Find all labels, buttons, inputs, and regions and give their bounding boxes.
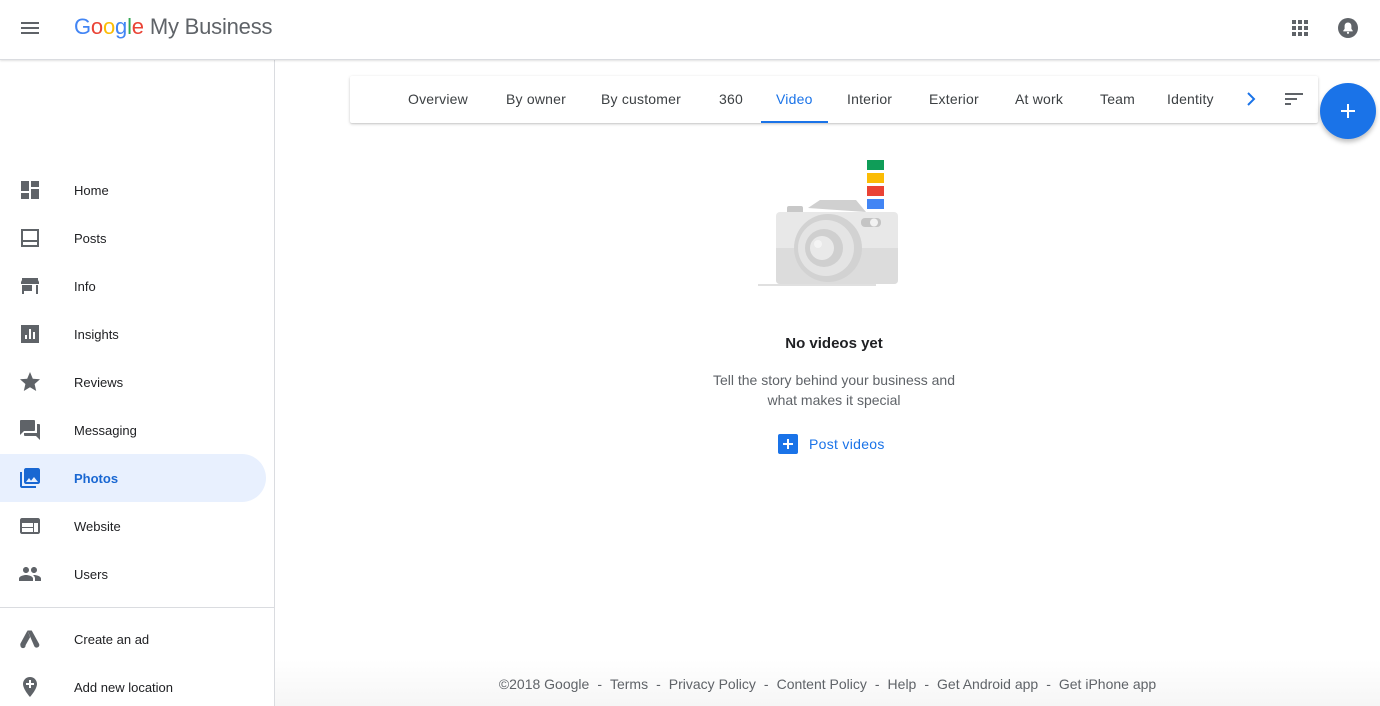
tab-interior[interactable]: Interior xyxy=(832,76,907,123)
sort-icon[interactable] xyxy=(1282,87,1306,111)
footer-link-privacy-policy[interactable]: Privacy Policy xyxy=(669,676,756,692)
menu-icon[interactable] xyxy=(18,16,42,40)
sidebar-item-label: Info xyxy=(74,278,96,294)
footer-link-help[interactable]: Help xyxy=(888,676,917,692)
tab-at-work[interactable]: At work xyxy=(1000,76,1078,123)
add-fab-button[interactable] xyxy=(1320,83,1376,139)
account-icon[interactable] xyxy=(1336,16,1360,40)
dashboard-icon xyxy=(21,181,39,199)
tab-team[interactable]: Team xyxy=(1085,76,1150,123)
product-name: My Business xyxy=(149,14,273,39)
footer-copyright: ©2018 Google xyxy=(498,676,590,692)
sidebar: Home Posts Info Insights Reviews Messagi… xyxy=(0,60,275,706)
users-icon xyxy=(19,567,41,581)
sidebar-item-label: Home xyxy=(74,182,109,198)
insights-icon xyxy=(21,325,39,343)
tab-video[interactable]: Video xyxy=(761,76,828,123)
post-videos-button[interactable]: Post videos xyxy=(778,432,885,456)
sidebar-item-label: Posts xyxy=(74,230,107,246)
photos-icon xyxy=(20,468,40,488)
tab-overview[interactable]: Overview xyxy=(393,76,483,123)
sidebar-item-add-location[interactable]: Add new location xyxy=(0,663,266,706)
sidebar-item-label: Create an ad xyxy=(74,631,150,647)
store-icon xyxy=(21,278,39,294)
sidebar-item-messaging[interactable]: Messaging xyxy=(0,406,266,454)
sidebar-item-create-ad[interactable]: Create an ad xyxy=(0,615,266,663)
footer-links: ©2018 Google - Terms - Privacy Policy - Conten… xyxy=(498,676,1157,692)
camera-illustration-icon xyxy=(758,160,898,286)
sidebar-item-website[interactable]: Website xyxy=(0,502,266,550)
footer-link-content-policy[interactable]: Content Policy xyxy=(777,676,867,692)
sidebar-item-photos[interactable]: Photos xyxy=(0,454,266,502)
star-icon xyxy=(20,372,40,391)
sidebar-item-label: Users xyxy=(74,566,108,582)
sidebar-item-posts[interactable]: Posts xyxy=(0,214,266,262)
sidebar-item-users[interactable]: Users xyxy=(0,550,266,598)
tab-360[interactable]: 360 xyxy=(704,76,758,123)
tab-exterior[interactable]: Exterior xyxy=(914,76,994,123)
sidebar-item-label: Website xyxy=(74,518,121,534)
footer: ©2018 Google - Terms - Privacy Policy - Conten… xyxy=(275,660,1380,706)
empty-state-title: No videos yet xyxy=(785,335,883,352)
empty-state-description: Tell the story behind your business and … xyxy=(712,372,956,408)
footer-link-android-app[interactable]: Get Android app xyxy=(937,676,1038,692)
sidebar-item-info[interactable]: Info xyxy=(0,262,266,310)
sidebar-item-label: Messaging xyxy=(74,422,137,438)
google-my-business-logo[interactable]: Google My Business xyxy=(74,14,273,40)
sidebar-item-insights[interactable]: Insights xyxy=(0,310,266,358)
apps-grid-icon[interactable] xyxy=(1288,16,1312,40)
add-box-icon xyxy=(778,434,798,454)
tab-by-owner[interactable]: By owner xyxy=(491,76,581,123)
posts-icon xyxy=(21,229,39,247)
tab-identity[interactable]: Identity xyxy=(1152,76,1229,123)
footer-link-iphone-app[interactable]: Get iPhone app xyxy=(1059,676,1156,692)
plus-icon xyxy=(1341,104,1355,118)
sidebar-item-label: Insights xyxy=(74,326,119,342)
footer-link-terms[interactable]: Terms xyxy=(610,676,648,692)
sidebar-item-reviews[interactable]: Reviews xyxy=(0,358,266,406)
sidebar-item-label: Photos xyxy=(74,470,119,486)
sidebar-item-label: Reviews xyxy=(74,374,124,390)
add-location-icon xyxy=(23,677,37,697)
messaging-icon xyxy=(20,420,40,440)
tab-by-customer[interactable]: By customer xyxy=(586,76,696,123)
sidebar-divider xyxy=(0,607,274,608)
top-app-bar: Google My Business xyxy=(0,0,1380,60)
chevron-right-icon[interactable] xyxy=(1238,87,1262,111)
website-icon xyxy=(20,518,40,534)
google-ads-icon xyxy=(20,630,40,649)
sidebar-item-home[interactable]: Home xyxy=(0,166,266,214)
sidebar-item-label: Add new location xyxy=(74,679,174,695)
photo-category-tabs: Overview By owner By customer 360 Video … xyxy=(350,76,1318,123)
post-videos-label: Post videos xyxy=(809,436,885,452)
